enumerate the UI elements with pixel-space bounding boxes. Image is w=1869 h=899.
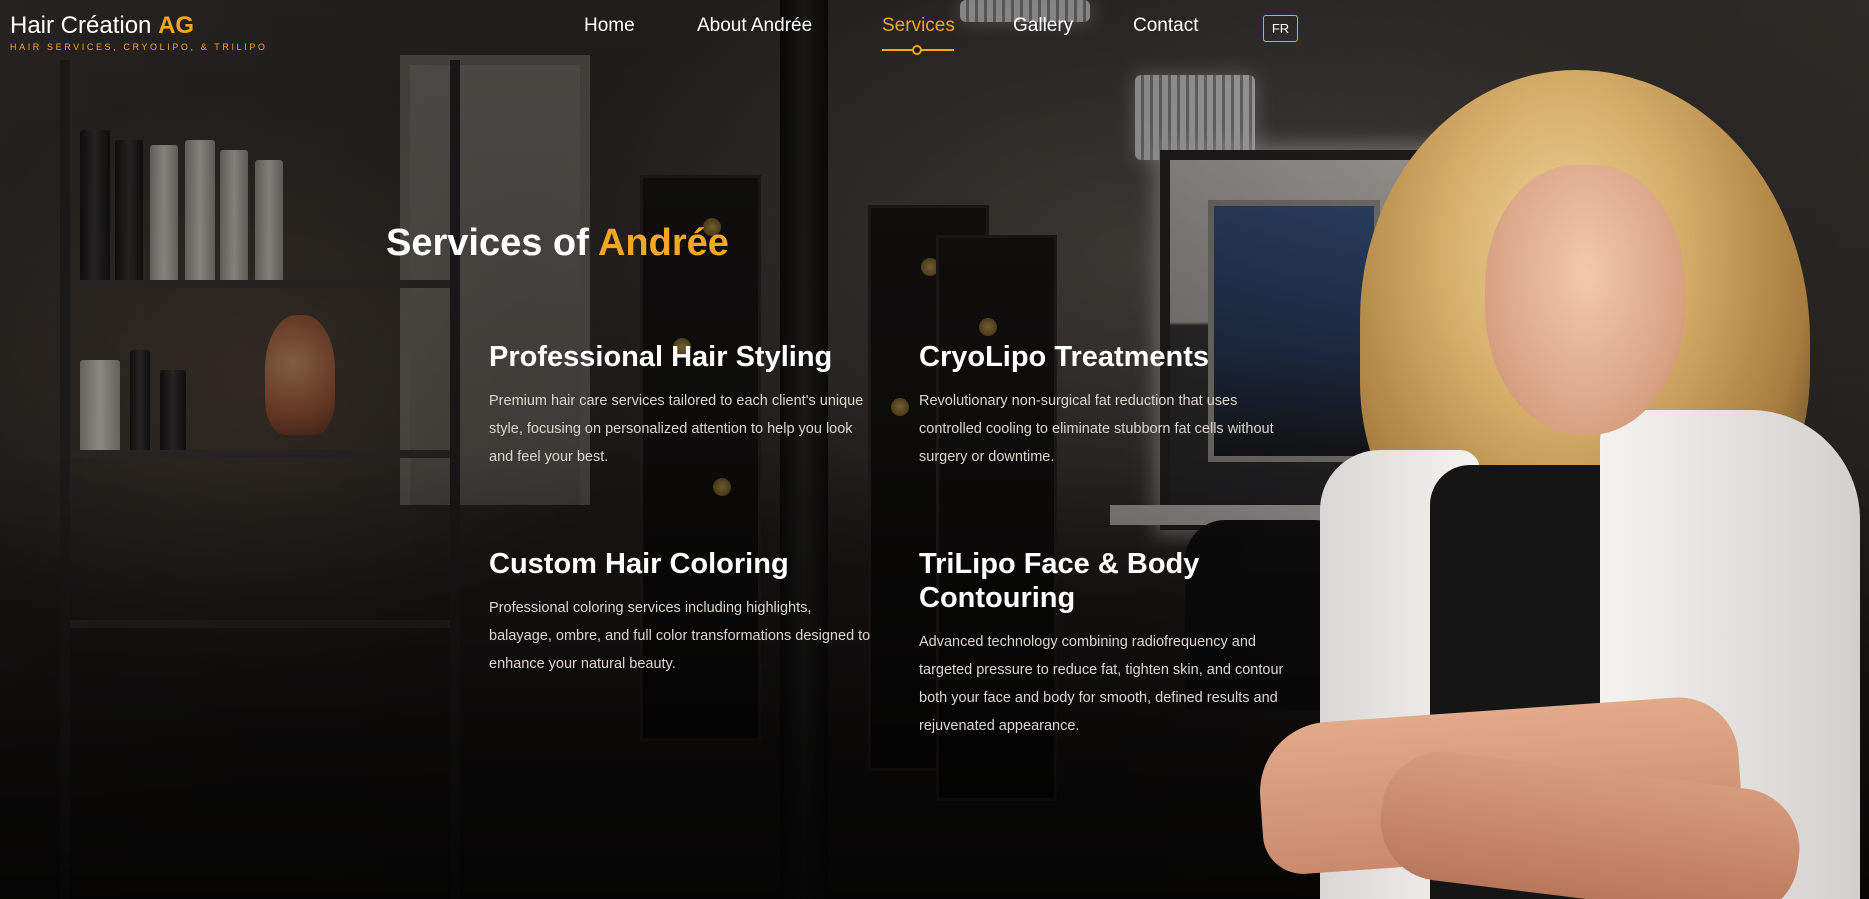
page-title-accent: Andrée: [597, 222, 729, 264]
nav-services-wrapper: Services: [882, 15, 955, 55]
nav-about-andree[interactable]: About Andrée: [697, 15, 812, 37]
service-description: Premium hair care services tailored to e…: [489, 393, 864, 465]
page-title-text: Services of: [386, 222, 589, 264]
service-title: Custom Hair Coloring: [489, 548, 789, 580]
service-title: Professional Hair Styling: [489, 341, 833, 373]
page-title: Services of Andrée: [386, 222, 729, 265]
service-title: TriLipo Face & Body Contouring: [919, 548, 1200, 614]
nav-home[interactable]: Home: [584, 15, 635, 37]
circle-dot-icon: [912, 45, 922, 55]
nav-gallery[interactable]: Gallery: [1013, 15, 1073, 37]
service-description: Professional coloring services including…: [489, 600, 871, 672]
main-nav: Home About Andrée Services Gallery Conta…: [0, 15, 1869, 55]
service-title: CryoLipo Treatments: [919, 341, 1210, 373]
service-description: Advanced technology combining radiofrequ…: [919, 634, 1284, 734]
language-toggle-button[interactable]: FR: [1263, 15, 1298, 42]
service-card-hair-coloring: Custom Hair Coloring Professional colori…: [489, 547, 874, 678]
nav-contact[interactable]: Contact: [1133, 15, 1198, 37]
service-card-trilipo: TriLipo Face & Body Contouring Advanced …: [919, 547, 1289, 740]
andree-portrait-photo: [1255, 70, 1869, 899]
service-card-cryolipo: CryoLipo Treatments Revolutionary non-su…: [919, 340, 1304, 471]
portrait-face: [1485, 165, 1685, 435]
nav-active-underline: [882, 45, 954, 55]
service-description: Revolutionary non-surgical fat reduction…: [919, 393, 1274, 465]
service-card-hair-styling: Professional Hair Styling Premium hair c…: [489, 340, 874, 471]
nav-services[interactable]: Services: [882, 15, 955, 36]
